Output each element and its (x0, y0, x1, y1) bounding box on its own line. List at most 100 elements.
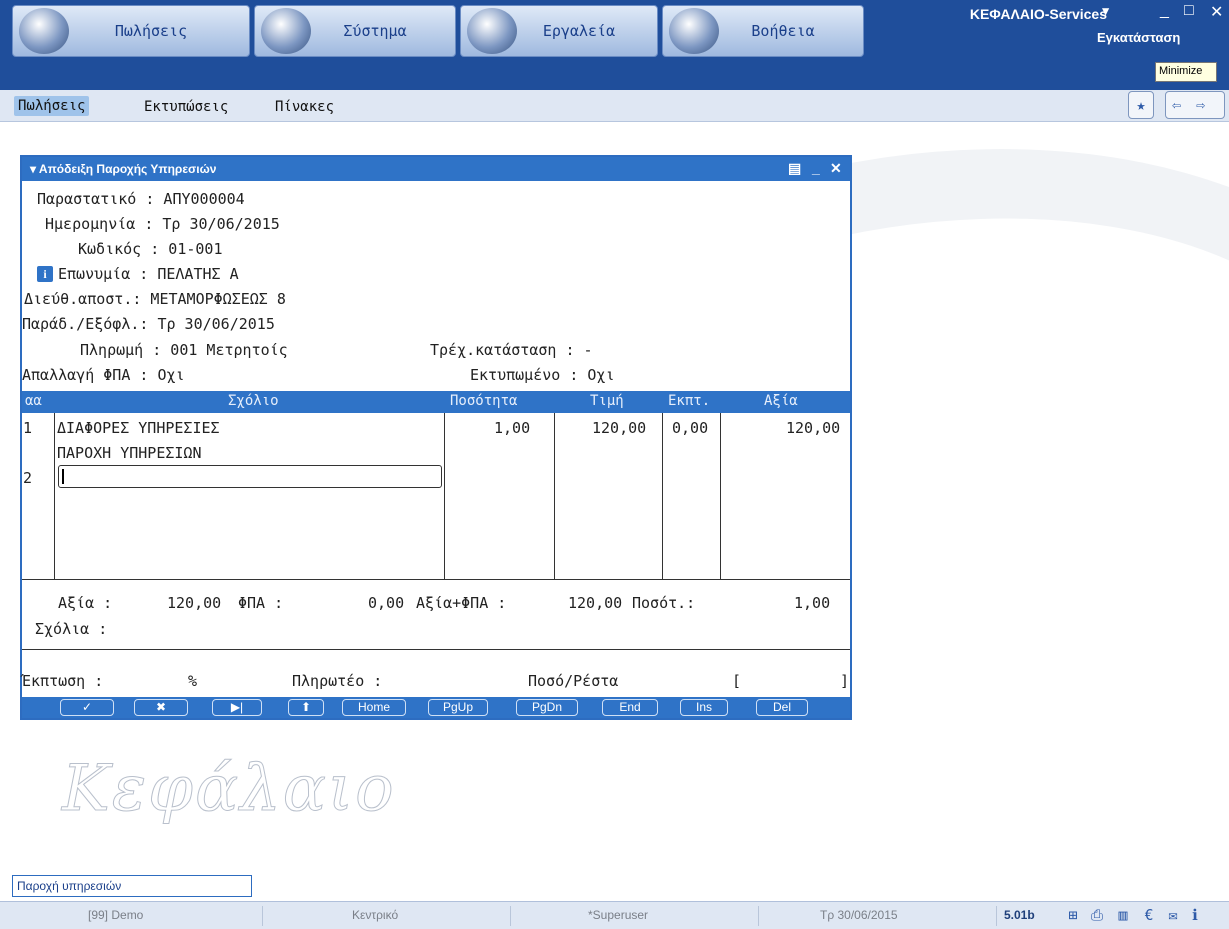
quantity-total: 1,00 (794, 594, 831, 612)
divider (22, 579, 850, 580)
vat-label: ΦΠΑ : (238, 594, 284, 612)
pgup-key-button[interactable]: PgUp (428, 699, 488, 716)
grid-divider (720, 413, 721, 579)
document-window: ▾ Απόδειξη Παροχής Υπηρεσιών ▤ _ ✕ Παρασ… (20, 155, 852, 720)
grid-header: αα Σχόλιο Ποσότητα Τιμή Εκπτ. Αξία (22, 391, 850, 413)
help-module-label: Βοήθεια (751, 22, 815, 40)
vat-value: 0,00 (368, 594, 405, 612)
col-aa: αα (25, 393, 42, 409)
next-button[interactable]: ▶| (212, 699, 262, 716)
tools-module-button[interactable]: Εργαλεία (460, 5, 658, 57)
field-delivery-date[interactable]: Παράδ./Εξόφλ.: Τρ 30/06/2015 (22, 315, 275, 333)
status-branch: Κεντρικό (352, 908, 399, 922)
info-status-icon[interactable]: ℹ (1188, 906, 1202, 924)
row-value: 120,00 (786, 419, 841, 437)
field-printed: Εκτυπωμένο : Οχι (470, 366, 615, 384)
menu-item-prints[interactable]: Εκτυπώσεις (144, 99, 228, 115)
grid-divider (554, 413, 555, 579)
network-icon[interactable]: ⊞ (1064, 906, 1082, 924)
sales-module-button[interactable]: Πωλήσεις (12, 5, 250, 57)
col-comment: Σχόλιο (228, 393, 279, 409)
watermark-logo: Κεφάλαιο (62, 752, 396, 827)
close-icon[interactable]: ✕ (1210, 2, 1223, 22)
field-date[interactable]: Ημερομηνία : Τρ 30/06/2015 (45, 215, 280, 233)
text-caret (62, 469, 64, 484)
function-key-bar: ✓ ✖ ▶| ⬆ Home PgUp PgDn End Ins Del (22, 697, 850, 718)
collapse-icon[interactable]: ▾ (30, 162, 36, 176)
sales-module-label: Πωλήσεις (114, 22, 188, 40)
document-title: Απόδειξη Παροχής Υπηρεσιών (38, 162, 217, 176)
divider (22, 649, 850, 650)
up-button[interactable]: ⬆ (288, 699, 324, 716)
discount-label: Έκπτωση : (22, 672, 104, 690)
tools-module-label: Εργαλεία (542, 22, 616, 40)
menu-item-tables[interactable]: Πίνακες (275, 99, 334, 115)
home-key-button[interactable]: Home (342, 699, 406, 716)
payable-label: Πληρωτέο : (292, 672, 383, 690)
close-window-icon[interactable]: ✕ (830, 160, 842, 177)
grid-divider (662, 413, 663, 579)
cancel-button[interactable]: ✖ (134, 699, 188, 716)
euro-icon[interactable]: € (1140, 906, 1158, 924)
row-quantity: 1,00 (494, 419, 531, 437)
discount-percent[interactable]: % (188, 672, 197, 690)
menu-icon[interactable]: ▤ (788, 160, 801, 177)
favorite-star-icon[interactable]: ★ (1128, 91, 1154, 119)
minimize-window-icon[interactable]: _ (812, 160, 820, 176)
col-quantity: Ποσότητα (450, 393, 518, 409)
status-version: 5.01b (1004, 908, 1035, 922)
barcode-icon[interactable]: ▥ (1114, 906, 1132, 924)
arrow-right-icon[interactable]: ⇨ (1196, 96, 1205, 114)
field-name[interactable]: Επωνυμία : ΠΕΛΑΤΗΣ Α (58, 265, 239, 283)
del-key-button[interactable]: Del (756, 699, 808, 716)
value-plus-vat-label: Αξία+ΦΠΑ : (416, 594, 507, 612)
menu-bar: Πωλήσεις Εκτυπώσεις Πίνακες (0, 90, 1229, 122)
status-user: *Superuser (588, 908, 649, 922)
row-price: 120,00 (592, 419, 647, 437)
maximize-icon[interactable]: □ (1184, 2, 1194, 20)
status-divider (758, 906, 759, 926)
row-comment: ΔΙΑΦΟΡΕΣ ΥΠΗΡΕΣΙΕΣ (57, 419, 220, 437)
install-label: Εγκατάσταση (1097, 30, 1181, 45)
comment-edit-input[interactable] (58, 465, 442, 488)
end-key-button[interactable]: End (602, 699, 658, 716)
system-module-button[interactable]: Σύστημα (254, 5, 456, 57)
total-value-label: Αξία : (58, 594, 113, 612)
row-discount: 0,00 (672, 419, 709, 437)
grid-divider (444, 413, 445, 579)
company-name[interactable]: ΚΕΦΑΛΑΙΟ-Services (970, 6, 1107, 22)
status-input[interactable]: Παροχή υπηρεσιών (12, 875, 252, 897)
printer-icon[interactable]: ⎙ (1088, 906, 1106, 924)
value-plus-vat: 120,00 (568, 594, 623, 612)
chevron-down-icon[interactable]: ▼ (1102, 4, 1109, 18)
field-address[interactable]: Διεύθ.αποστ.: ΜΕΤΑΜΟΡΦΩΣΕΩΣ 8 (24, 290, 286, 308)
status-divider (510, 906, 511, 926)
minimize-tooltip: Minimize (1155, 62, 1217, 82)
field-code[interactable]: Κωδικός : 01-001 (78, 240, 223, 258)
arrow-left-icon[interactable]: ⇦ (1172, 96, 1181, 114)
quantity-total-label: Ποσότ.: (632, 594, 696, 612)
status-divider (996, 906, 997, 926)
field-payment[interactable]: Πληρωμή : 001 Μετρητοίς (80, 341, 288, 359)
nav-arrows: ⇦ ⇨ (1165, 91, 1225, 119)
status-bar: [99] Demo Κεντρικό *Superuser Τρ 30/06/2… (0, 901, 1229, 929)
status-date: Τρ 30/06/2015 (820, 908, 898, 922)
amount-change-label: Ποσό/Ρέστα (528, 672, 619, 690)
field-vat-exemption[interactable]: Απαλλαγή ΦΠΑ : Οχι (22, 366, 185, 384)
document-titlebar: ▾ Απόδειξη Παροχής Υπηρεσιών ▤ _ ✕ (22, 157, 850, 181)
help-module-button[interactable]: Βοήθεια (662, 5, 864, 57)
row-number: 1 (23, 419, 33, 437)
pgdn-key-button[interactable]: PgDn (516, 699, 578, 716)
field-parastatiko[interactable]: Παραστατικό : ΑΠΥ000004 (37, 190, 245, 208)
ins-key-button[interactable]: Ins (680, 699, 728, 716)
menu-item-sales[interactable]: Πωλήσεις (14, 96, 90, 116)
col-discount: Εκπτ. (668, 393, 711, 409)
confirm-button[interactable]: ✓ (60, 699, 114, 716)
top-toolbar: Πωλήσεις Σύστημα Εργαλεία Βοήθεια ΚΕΦΑΛΑ… (0, 0, 1229, 90)
mail-icon[interactable]: ✉ (1164, 906, 1182, 924)
info-icon[interactable]: i (37, 266, 53, 282)
comments-label: Σχόλια : (35, 620, 108, 638)
minimize-icon[interactable]: _ (1160, 2, 1169, 20)
col-price: Τιμή (590, 393, 624, 409)
grid-divider (54, 413, 55, 579)
